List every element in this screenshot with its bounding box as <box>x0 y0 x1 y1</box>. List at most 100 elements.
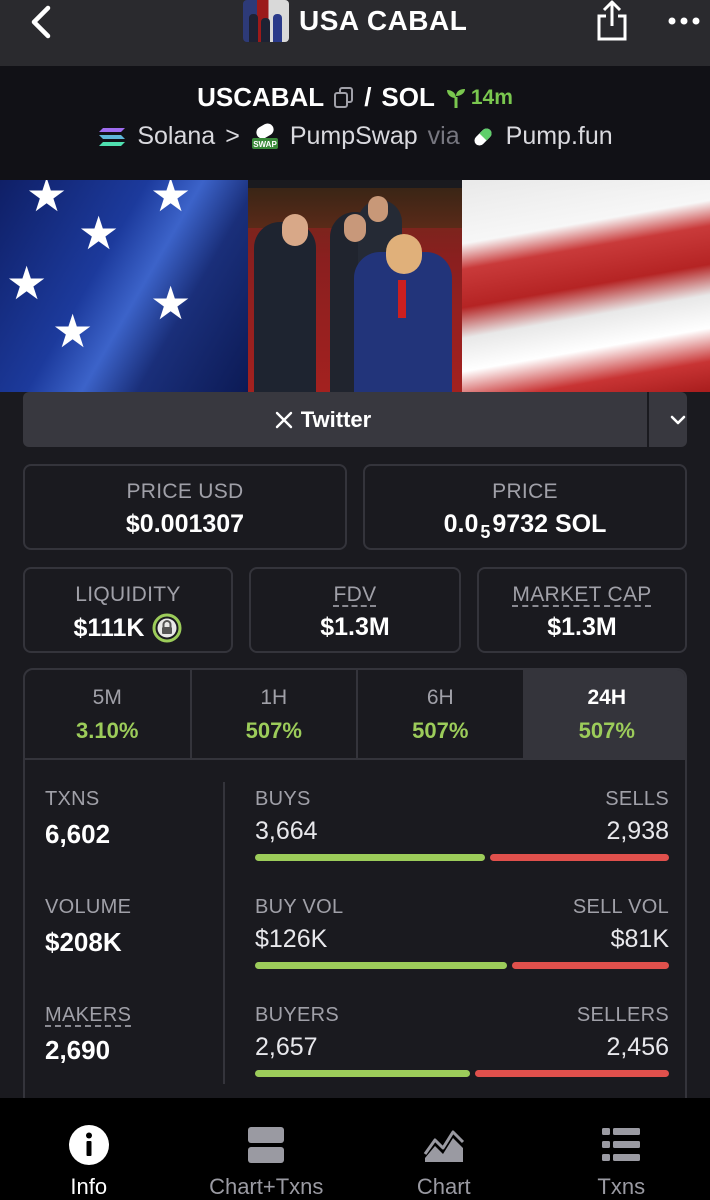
x-logo-icon <box>275 411 292 428</box>
chain-name[interactable]: Solana <box>137 122 215 151</box>
nav-txns[interactable]: Txns <box>533 1098 710 1200</box>
sellers-bar <box>475 1070 669 1077</box>
tab-1h[interactable]: 1H 507% <box>192 670 358 758</box>
nav-label: Chart <box>416 1174 471 1199</box>
fdv-label: FDV <box>333 583 377 606</box>
price-sol-suffix: 9732 SOL <box>492 510 607 538</box>
volume-value: $208K <box>45 927 122 957</box>
nav-label: Info <box>70 1174 108 1199</box>
token-banner: ★ ★ ★ ★ ★ ★ <box>0 180 710 392</box>
tab-24h[interactable]: 24H 507% <box>524 670 685 758</box>
tab-change: 507% <box>578 718 635 743</box>
sellers-label: SELLERS <box>576 1004 669 1026</box>
nav-label: Chart+Txns <box>209 1174 324 1199</box>
makers-value: 2,690 <box>45 1035 111 1065</box>
tab-label: 1H <box>260 686 288 709</box>
more-options-icon[interactable] <box>664 6 704 36</box>
via-text: via <box>427 122 460 150</box>
buyers-label: BUYERS <box>255 1004 340 1026</box>
buy-vol-bar <box>255 962 508 969</box>
liquidity-label: LIQUIDITY <box>75 583 181 606</box>
split-view-icon <box>248 1127 285 1163</box>
nav-label: Txns <box>597 1174 646 1199</box>
price-usd-value: $0.001307 <box>125 510 245 538</box>
svg-text:SWAP: SWAP <box>253 140 277 149</box>
list-icon <box>602 1128 641 1161</box>
buys-bar <box>255 854 485 861</box>
app-title: USA CABAL <box>299 5 468 36</box>
fdv-value: $1.3M <box>320 613 390 641</box>
buy-sell-vol-bar <box>255 962 669 969</box>
chevron-down-icon[interactable] <box>663 408 693 432</box>
makers-stat[interactable]: MAKERS 2,690 <box>45 1004 225 1066</box>
price-sol-label: PRICE <box>492 480 558 503</box>
sell-vol-bar <box>512 962 669 969</box>
tab-label: 24H <box>587 686 627 709</box>
pair-title-line: USCABAL / SOL 14m <box>0 82 710 113</box>
tab-change: 507% <box>245 718 302 743</box>
pair-age: 14m <box>445 86 513 110</box>
top-app-bar: USA CABAL <box>0 0 710 66</box>
market-cap-label: MARKET CAP <box>512 583 652 606</box>
buys-sells-stat: BUYS SELLS 3,664 2,938 <box>255 788 669 861</box>
button-divider <box>647 392 649 447</box>
nav-chart-txns[interactable]: Chart+Txns <box>178 1098 356 1200</box>
sell-vol-value: $81K <box>610 925 669 953</box>
market-cap-value: $1.3M <box>547 613 617 641</box>
token-title: USA CABAL <box>243 0 467 42</box>
twitter-label: Twitter <box>300 406 372 432</box>
volume-label: VOLUME <box>45 896 132 918</box>
price-sol-zero-count: 5 <box>480 522 491 542</box>
sells-value: 2,938 <box>606 817 669 845</box>
share-icon[interactable] <box>594 0 630 42</box>
tab-label: 6H <box>426 686 454 709</box>
lock-icon[interactable] <box>152 613 182 643</box>
volume-stat: VOLUME $208K <box>45 896 225 958</box>
copy-address-icon[interactable] <box>334 86 354 109</box>
tab-6h[interactable]: 6H 507% <box>358 670 525 758</box>
txns-stat: TXNS 6,602 <box>45 788 225 850</box>
flag-stripes-image <box>462 180 710 392</box>
price-usd-label: PRICE USD <box>126 480 244 503</box>
buy-vol-label: BUY VOL <box>255 896 344 918</box>
nav-info[interactable]: Info <box>0 1098 178 1200</box>
group-photo <box>248 188 462 392</box>
market-cap-card[interactable]: MARKET CAP $1.3M <box>477 567 687 653</box>
tab-change: 3.10% <box>76 718 139 743</box>
timeframe-tabs: 5M 3.10% 1H 507% 6H 507% 24H 507% <box>25 670 685 760</box>
stats-panel: 5M 3.10% 1H 507% 6H 507% 24H 507% TXNS 6… <box>23 668 687 1118</box>
sells-label: SELLS <box>605 788 669 810</box>
solana-icon <box>99 127 126 146</box>
quote-symbol: SOL <box>381 82 435 112</box>
base-symbol: USCABAL <box>197 82 325 112</box>
info-icon <box>68 1125 109 1165</box>
fdv-card[interactable]: FDV $1.3M <box>249 567 461 653</box>
sells-bar <box>489 854 669 861</box>
back-arrow-icon[interactable] <box>22 2 62 42</box>
nav-chart[interactable]: Chart <box>355 1098 533 1200</box>
price-sol-value: 0.0 5 9732 SOL <box>365 510 685 542</box>
txns-value: 6,602 <box>45 819 111 849</box>
buyers-value: 2,657 <box>255 1033 318 1061</box>
dex-name[interactable]: PumpSwap <box>290 122 418 151</box>
twitter-link-button[interactable]: Twitter <box>23 392 687 447</box>
sell-vol-label: SELL VOL <box>572 896 669 918</box>
buys-label: BUYS <box>255 788 311 810</box>
liquidity-value-row: $111K <box>25 613 231 643</box>
buys-value: 3,664 <box>255 817 318 845</box>
flag-stars-image: ★ ★ ★ ★ ★ ★ <box>0 180 248 392</box>
tab-5m[interactable]: 5M 3.10% <box>25 670 192 758</box>
buys-sells-bar <box>255 854 669 861</box>
tab-label: 5M <box>92 686 122 709</box>
pumpfun-pill-icon <box>474 127 492 146</box>
liquidity-value: $111K <box>73 613 145 642</box>
sellers-value: 2,456 <box>606 1033 669 1061</box>
area-chart-icon <box>423 1130 464 1162</box>
launchpad-name[interactable]: Pump.fun <box>506 122 613 151</box>
buyers-sellers-bar <box>255 1070 669 1077</box>
pair-separator: / <box>364 82 372 112</box>
age-value: 14m <box>470 85 513 109</box>
pumpswap-icon: SWAP <box>251 123 278 149</box>
liquidity-card: LIQUIDITY $111K <box>23 567 233 653</box>
bottom-navigation: Info Chart+Txns Chart Txns <box>0 1098 710 1200</box>
